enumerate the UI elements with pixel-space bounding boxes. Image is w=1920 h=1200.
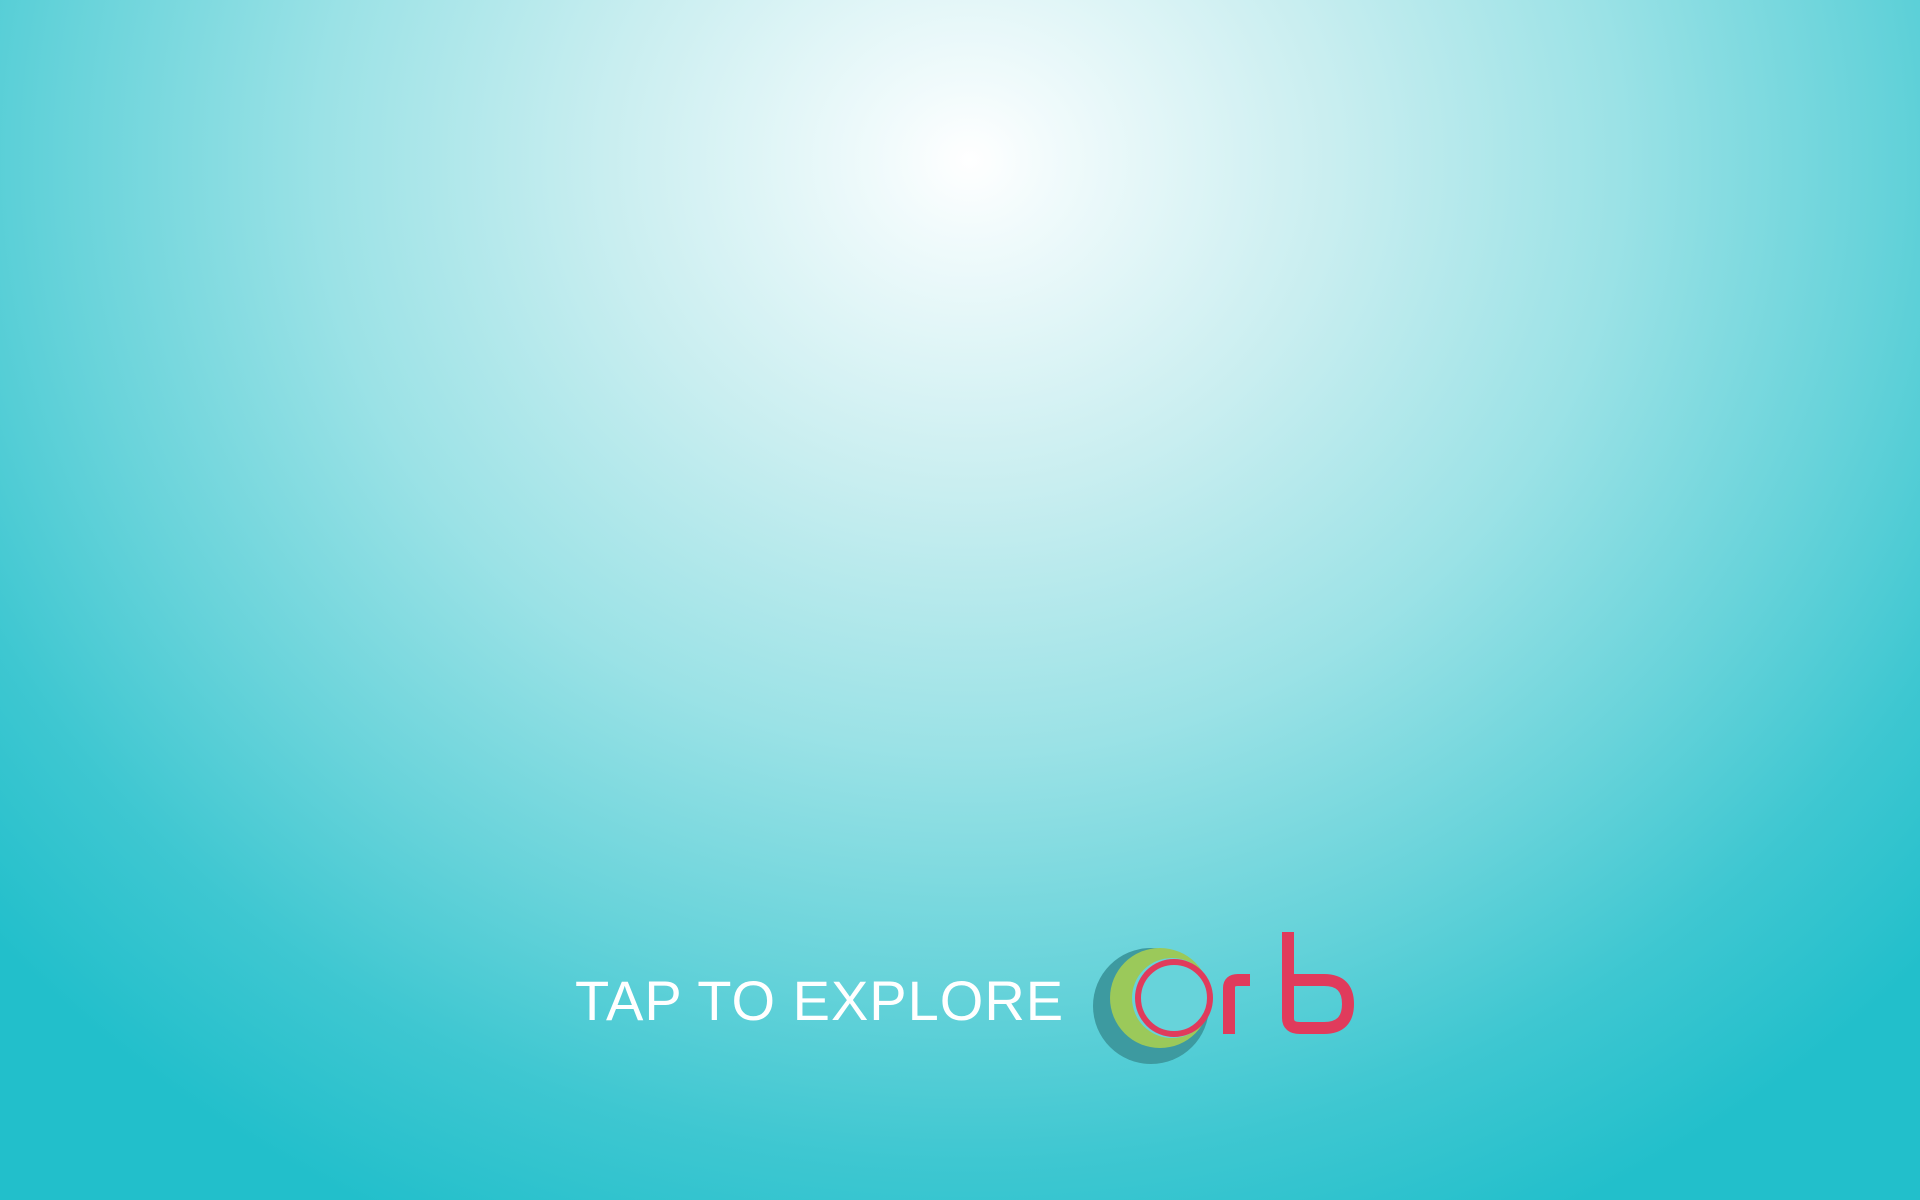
splash-screen[interactable]: { "cta": { "label": "TAP TO EXPLORE" }, … [0,0,1920,1200]
orb-logo-letter-b [1282,932,1355,1034]
orb-logo [1093,932,1355,1064]
orb-logo-letter-r [1223,974,1251,1034]
tap-to-explore-label: TAP TO EXPLORE [575,968,1065,1032]
tap-to-explore-button[interactable]: TAP TO EXPLORE [575,930,1358,1070]
